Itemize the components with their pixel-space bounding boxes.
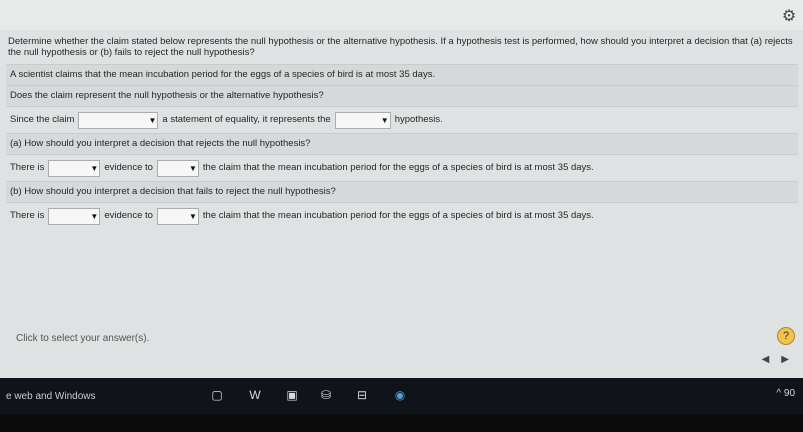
pagination: ◀ ▶	[762, 354, 789, 365]
edge-icon[interactable]: ◉	[390, 386, 410, 404]
file-explorer-icon[interactable]: ▣	[282, 386, 302, 404]
partB-question-row: (b) How should you interpret a decision …	[6, 181, 798, 202]
chevron-down-icon: ▼	[188, 163, 197, 173]
chevron-down-icon: ▼	[90, 163, 99, 173]
part1-question-row: Does the claim represent the null hypoth…	[6, 85, 798, 106]
taskbar-search-text[interactable]: e web and Windows	[6, 391, 96, 402]
part1-line-start: Since the claim	[10, 114, 75, 125]
media-icon[interactable]: ⊟	[352, 386, 372, 404]
partA-evidence-dropdown[interactable]: ▼	[48, 159, 101, 177]
partA-question-row: (a) How should you interpret a decision …	[6, 133, 798, 154]
partB-line-mid: evidence to	[104, 210, 153, 221]
bottom-bezel	[0, 414, 803, 432]
chevron-down-icon: ▼	[188, 211, 197, 221]
partB-evidence-dropdown[interactable]: ▼	[48, 207, 101, 225]
problem-statement: Determine whether the claim stated below…	[8, 36, 793, 58]
partA-action-dropdown[interactable]: ▼	[156, 159, 199, 177]
chevron-down-icon: ▼	[90, 211, 99, 221]
partA-line-start: There is	[10, 162, 45, 173]
claim-equality-dropdown[interactable]: ▼	[78, 111, 159, 129]
nav-right-icon[interactable]: ▶	[781, 354, 789, 365]
question-panel: Determine whether the claim stated below…	[6, 36, 798, 229]
partA-answer-row: There is ▼ evidence to ▼ the claim that …	[6, 154, 798, 181]
claim-row: A scientist claims that the mean incubat…	[6, 64, 798, 85]
help-icon[interactable]: ?	[777, 327, 795, 345]
partB-line-end: the claim that the mean incubation perio…	[202, 210, 594, 221]
partB-answer-row: There is ▼ evidence to ▼ the claim that …	[6, 202, 798, 229]
partB-line-start: There is	[10, 210, 45, 221]
part1-answer-row: Since the claim ▼ a statement of equalit…	[6, 106, 798, 133]
app-window: ⚙ Determine whether the claim stated bel…	[0, 0, 803, 378]
partA-question: (a) How should you interpret a decision …	[10, 138, 311, 149]
partB-question: (b) How should you interpret a decision …	[10, 186, 336, 197]
system-tray[interactable]: ^ 90	[776, 388, 795, 399]
hypothesis-type-dropdown[interactable]: ▼	[334, 111, 391, 129]
part1-line-end: hypothesis.	[394, 114, 443, 125]
claim-text: A scientist claims that the mean incubat…	[10, 69, 436, 80]
store-icon[interactable]: ⛁	[316, 386, 336, 404]
part1-question: Does the claim represent the null hypoth…	[10, 90, 324, 101]
nav-left-icon[interactable]: ◀	[762, 354, 770, 365]
top-bar: ⚙	[0, 0, 803, 30]
part1-line-mid: a statement of equality, it represents t…	[162, 114, 331, 125]
word-icon[interactable]: W	[245, 386, 265, 404]
partA-line-mid: evidence to	[104, 162, 153, 173]
answer-hint: Click to select your answer(s).	[16, 333, 150, 344]
taskview-icon[interactable]: ▢	[207, 386, 227, 404]
chevron-down-icon: ▼	[148, 115, 157, 125]
partB-action-dropdown[interactable]: ▼	[156, 207, 199, 225]
partA-line-end: the claim that the mean incubation perio…	[202, 162, 594, 173]
chevron-down-icon: ▼	[380, 115, 389, 125]
gear-icon[interactable]: ⚙	[781, 9, 797, 25]
